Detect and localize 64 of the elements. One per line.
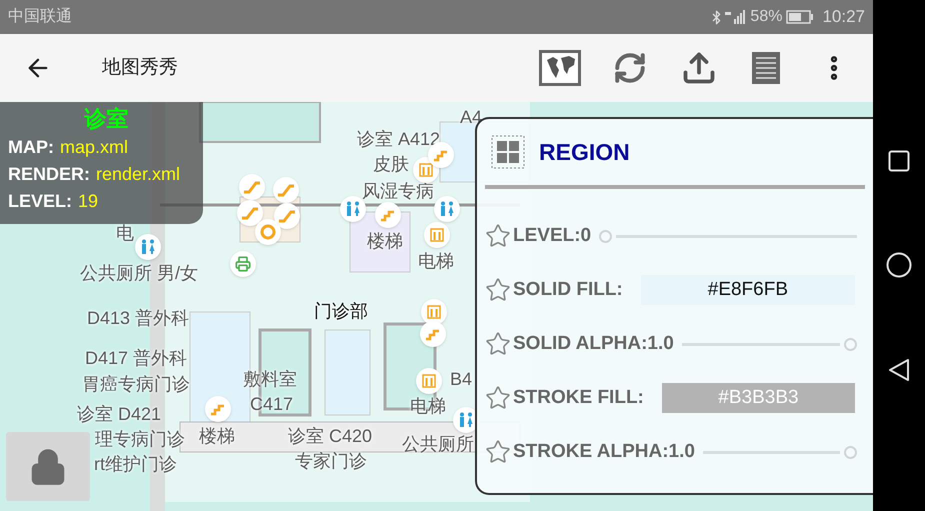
property-label: SOLID ALPHA:1.0: [513, 332, 674, 356]
room-label: 诊室 C420: [288, 425, 372, 447]
lock-icon: [29, 448, 67, 486]
room-label: 电: [116, 222, 134, 244]
room-label: 皮肤: [373, 153, 409, 175]
property-label: SOLID FILL:: [513, 278, 623, 302]
clock-time: 10:27: [822, 6, 865, 28]
room-label: 楼梯: [199, 425, 235, 447]
square-nav-icon[interactable]: [888, 150, 910, 172]
star-icon[interactable]: [485, 277, 511, 303]
lock-button[interactable]: [6, 432, 90, 501]
room-label: 诊室 A412: [357, 128, 440, 150]
overlay-key: LEVEL:: [8, 188, 72, 215]
room-label: 诊室 D421: [77, 403, 162, 425]
battery-percent: 58%: [750, 7, 782, 27]
panel-title: REGION: [539, 138, 630, 167]
room-label: D417 普外科: [85, 347, 188, 369]
slider-track[interactable]: [702, 446, 857, 458]
room-label: D413 普外科: [87, 307, 190, 329]
back-triangle-icon[interactable]: [888, 358, 910, 382]
grid-icon: [491, 135, 525, 169]
slider-thumb[interactable]: [844, 338, 857, 350]
room-label: 楼梯: [367, 230, 403, 252]
property-label: LEVEL:0: [513, 224, 592, 248]
star-icon[interactable]: [485, 331, 511, 357]
room-label: 公共厕所: [402, 433, 474, 455]
slider-track[interactable]: [599, 230, 857, 242]
slider-thumb[interactable]: [599, 230, 612, 242]
overlay-value: 19: [78, 190, 98, 213]
battery-icon: [786, 10, 814, 24]
list-icon[interactable]: [751, 51, 781, 85]
room-label: 电梯: [418, 250, 454, 272]
room-label: 专家门诊: [295, 450, 367, 472]
room-label: 门诊部: [314, 300, 368, 322]
app-title: 地图秀秀: [102, 56, 178, 80]
refresh-icon[interactable]: [613, 51, 647, 85]
room-label: C417: [250, 393, 294, 415]
overlay-value: render.xml: [96, 163, 180, 186]
carrier-name: 中国联通: [8, 6, 72, 27]
star-icon[interactable]: [485, 385, 511, 411]
room-label: B4: [450, 368, 472, 390]
overlay-key: RENDER:: [8, 161, 90, 188]
room-label: A4: [460, 106, 482, 128]
slider-thumb[interactable]: [844, 446, 857, 458]
overlay-title: 诊室: [84, 105, 128, 133]
overlay-value: map.xml: [60, 136, 128, 159]
star-icon[interactable]: [485, 439, 511, 465]
room-label: 理专病门诊: [95, 428, 185, 450]
color-value-field[interactable]: #E8F6FB: [640, 275, 855, 305]
upload-icon[interactable]: [681, 50, 717, 86]
circle-nav-icon[interactable]: [886, 252, 912, 278]
property-label: STROKE FILL:: [513, 386, 644, 410]
room-label: 胃癌专病门诊: [82, 373, 190, 395]
overlay-key: MAP:: [8, 134, 54, 161]
room-label: 电梯: [410, 395, 446, 417]
room-label: 风湿专病: [362, 180, 434, 202]
world-map-icon[interactable]: [539, 50, 581, 86]
room-label: rt维护门诊: [94, 453, 177, 475]
room-label: 公共厕所 男/女: [80, 262, 198, 284]
slider-track[interactable]: [682, 338, 857, 350]
star-icon[interactable]: [485, 223, 511, 249]
signal-icon: [724, 10, 746, 24]
property-label: STROKE ALPHA:1.0: [513, 440, 695, 464]
room-label: 敷料室: [243, 368, 297, 390]
